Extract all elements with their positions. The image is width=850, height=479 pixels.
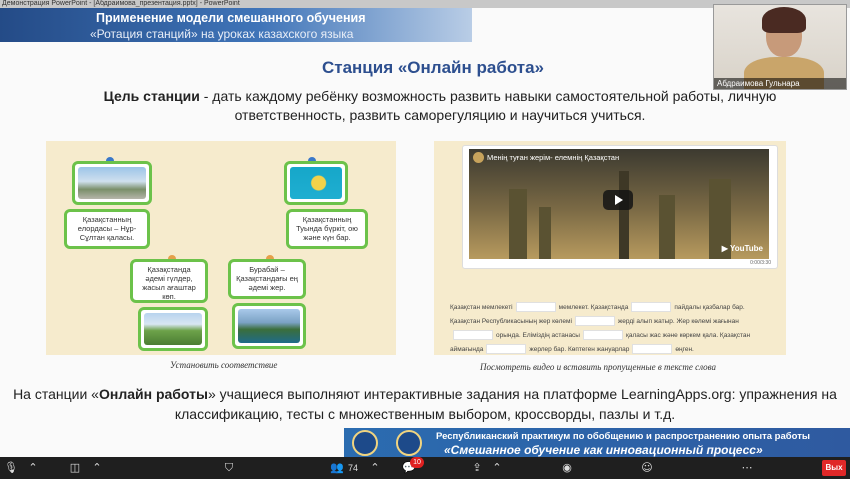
video-off-icon[interactable]: ◫: [68, 461, 82, 474]
participant-video[interactable]: Абдраимова Гульнара: [713, 4, 847, 90]
microphone-muted-icon[interactable]: 🎙: [4, 461, 18, 474]
blank-input[interactable]: [453, 330, 493, 341]
fill-text-segment: жерлер бар. Көптеген жануарлар: [529, 346, 630, 353]
fill-line-1: Қазақстан мемлекеті мемлекет. Қазақстанда…: [450, 301, 774, 315]
window-title: Демонстрация PowerPoint - [Абдраимова_пр…: [2, 0, 240, 7]
image-card-city[interactable]: [72, 161, 152, 205]
share-screen-icon[interactable]: ⇪: [470, 461, 484, 474]
building-shape: [539, 207, 551, 259]
video-exercise-panel: Менің туған жерім- елемнің Қазақстан ▶ Y…: [434, 141, 786, 355]
more-icon[interactable]: ⋯: [740, 461, 754, 474]
reactions-icon[interactable]: ☺: [640, 461, 654, 474]
leave-meeting-button[interactable]: Вых: [822, 460, 846, 476]
fill-text-segment: жерді алып жатыр. Жер көлемі жағынан: [617, 318, 739, 325]
footer-line-2: «Смешанное обучение как инновационный пр…: [444, 443, 763, 457]
fill-text-segment: мемлекет. Қазақстанда: [558, 304, 629, 311]
fill-text-segment: қаласы жас және көркем қала. Қазақстан: [625, 332, 751, 339]
goal-label: Цель станции: [103, 88, 200, 104]
header-banner: Применение модели смешанного обучения «Р…: [0, 8, 472, 42]
video-player[interactable]: Менің туған жерім- елемнің Қазақстан ▶ Y…: [469, 149, 769, 259]
building-shape: [619, 171, 629, 259]
participants-icon[interactable]: 👥: [330, 461, 344, 474]
text-card-1[interactable]: Қазақстанның елордасы – Нұр-Сұлтан қалас…: [64, 209, 150, 249]
chat-unread-badge: 10: [410, 457, 424, 468]
play-icon[interactable]: [603, 190, 633, 210]
seal-logo-icon: [396, 430, 422, 456]
channel-avatar: [473, 152, 484, 163]
fill-line-2: Қазақстан Республикасының жер көлемі жерд…: [450, 315, 774, 329]
station-description: На станции «Онлайн работы» учащиеся выпо…: [0, 384, 850, 424]
video-time: 0:00/3:30: [750, 260, 771, 266]
youtube-logo[interactable]: ▶ YouTube: [722, 244, 763, 253]
chevron-up-icon[interactable]: ⌃: [90, 461, 104, 474]
video-title[interactable]: Менің туған жерім- елемнің Қазақстан: [487, 153, 619, 162]
banner-line-1: Применение модели смешанного обучения: [96, 11, 366, 25]
fill-line-4: аймағында жерлер бар. Көптеген жануарлар ө…: [450, 343, 774, 357]
flag-image: [290, 167, 342, 199]
security-icon[interactable]: ⛉: [222, 461, 236, 474]
participants-count[interactable]: 74: [348, 460, 358, 476]
description-prefix: На станции «: [13, 386, 99, 402]
blank-input[interactable]: [515, 302, 556, 313]
banner-line-2: «Ротация станций» на уроках казахского я…: [90, 27, 354, 41]
chevron-up-icon[interactable]: ⌃: [368, 461, 382, 474]
participant-name: Абдраимова Гульнара: [714, 78, 846, 89]
image-card-flag[interactable]: [284, 161, 348, 205]
lake-image: [238, 309, 300, 343]
fill-in-text: Қазақстан мемлекеті мемлекет. Қазақстанда…: [450, 301, 774, 357]
chevron-up-icon[interactable]: ⌃: [490, 461, 504, 474]
building-shape: [659, 195, 675, 259]
building-shape: [509, 189, 527, 259]
blank-input[interactable]: [631, 302, 672, 313]
matching-exercise-panel: Қазақстанның елордасы – Нұр-Сұлтан қалас…: [46, 141, 396, 355]
blank-input[interactable]: [574, 316, 615, 327]
fill-text-segment: пайдалы қазбалар бар.: [674, 304, 745, 311]
blank-input[interactable]: [632, 344, 673, 355]
video-player-frame: Менің туған жерім- елемнің Қазақстан ▶ Y…: [462, 145, 778, 269]
description-bold: Онлайн работы: [98, 386, 208, 402]
fill-text-segment: Қазақстан Республикасының жер көлемі: [450, 318, 572, 325]
image-card-lake[interactable]: [232, 303, 306, 349]
fill-text-segment: орында. Еліміздің астанасы: [496, 332, 580, 339]
participant-hair: [762, 7, 806, 33]
fill-text-segment: Қазақстан мемлекеті: [450, 304, 513, 311]
blank-input[interactable]: [582, 330, 623, 341]
footer-line-1: Республиканский практикум по обобщению и…: [436, 431, 810, 442]
image-card-nature[interactable]: [138, 307, 208, 351]
text-card-2[interactable]: Қазақстанның Туында бүркіт, ою және күн …: [286, 209, 368, 249]
blank-input[interactable]: [486, 344, 527, 355]
screen: Демонстрация PowerPoint - [Абдраимова_пр…: [0, 0, 850, 479]
footer-banner: Республиканский практикум по обобщению и…: [344, 428, 850, 457]
goal-text: Цель станции - дать каждому ребёнку возм…: [60, 87, 820, 125]
text-card-3[interactable]: Қазақстанда әдемі гүлдер, жасыл ағаштар …: [130, 259, 208, 303]
chevron-up-icon[interactable]: ⌃: [26, 461, 40, 474]
org-logo-icon: [352, 430, 378, 456]
record-icon[interactable]: ◉: [560, 461, 574, 474]
city-image: [78, 167, 146, 199]
goal-description: - дать каждому ребёнку возможность разви…: [199, 88, 777, 123]
nature-image: [144, 313, 202, 345]
fill-text-segment: өңген.: [675, 346, 694, 353]
text-card-4[interactable]: Бурабай – Қазақстандағы ең әдемі жер.: [228, 259, 306, 299]
matching-caption: Установить соответствие: [170, 360, 278, 370]
fill-line-3: орында. Еліміздің астанасы қаласы жас жән…: [450, 329, 774, 343]
meeting-toolbar: 🎙 ⌃ ◫ ⌃ ⛉ 👥 74 ⌃ 💬 10 ⇪ ⌃ ◉ ☺ ⋯ Вых: [0, 457, 850, 479]
fill-text-segment: аймағында: [450, 346, 484, 353]
video-caption: Посмотреть видео и вставить пропущенные …: [480, 362, 716, 372]
description-suffix: » учащиеся выполняют интерактивные задан…: [174, 386, 837, 422]
